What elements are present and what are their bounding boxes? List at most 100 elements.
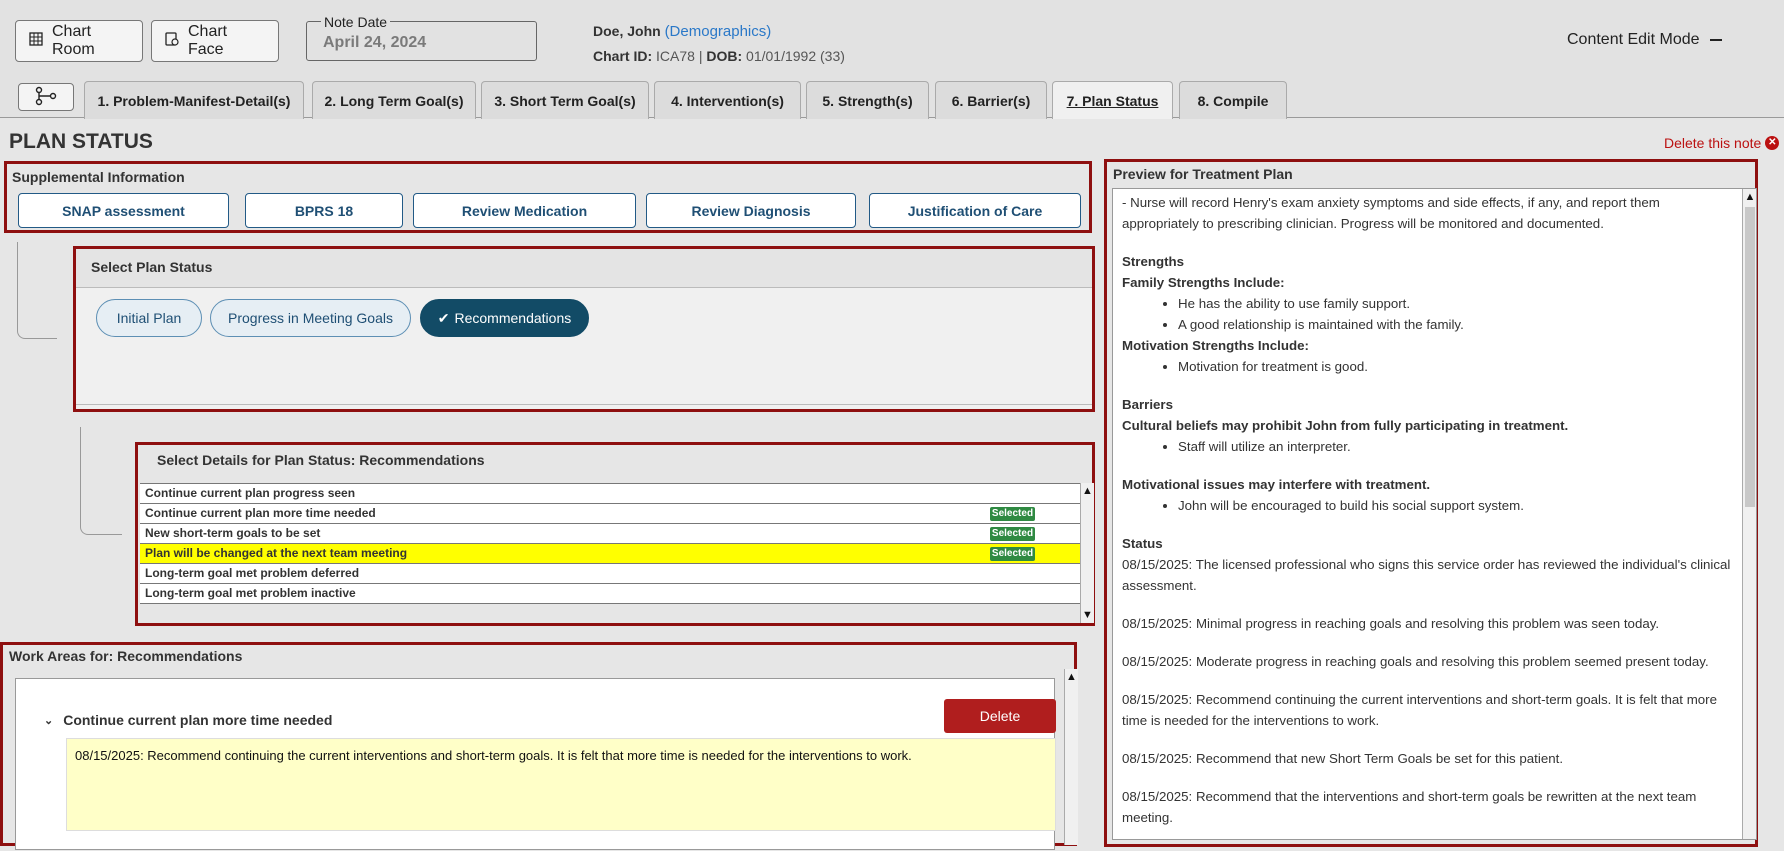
list-item[interactable]: Long-term goal met problem deferred <box>140 564 1080 584</box>
status-entry: 08/15/2025: Recommend continuing the cur… <box>1122 692 1717 728</box>
scroll-up-arrow-icon[interactable]: ▲ <box>1065 669 1078 685</box>
review-diagnosis-button[interactable]: Review Diagnosis <box>646 193 856 228</box>
work-item-textarea[interactable]: 08/15/2025: Recommend continuing the cur… <box>66 738 1056 831</box>
selected-badge: Selected <box>990 547 1035 561</box>
delete-button[interactable]: Delete <box>944 699 1056 733</box>
tab-problem-manifest[interactable]: 1. Problem-Manifest-Detail(s) <box>84 81 304 119</box>
note-date-label: Note Date <box>321 14 391 30</box>
chart-face-label: Chart Face <box>188 23 228 58</box>
family-strengths-heading: Family Strengths Include: <box>1122 275 1285 290</box>
page-title: PLAN STATUS <box>9 130 153 153</box>
chart-face-button[interactable]: Chart Face <box>151 20 279 62</box>
snap-assessment-button[interactable]: SNAP assessment <box>18 193 229 228</box>
row-label: Continue current plan progress seen <box>145 486 356 500</box>
delete-note-label: Delete this note <box>1664 135 1762 151</box>
barrier-list: John will be encouraged to build his soc… <box>1178 495 1732 516</box>
tab-label: 5. Strength(s) <box>822 92 913 109</box>
details-scrollbar[interactable]: ▲ ▼ <box>1080 483 1094 623</box>
scrollbar-thumb[interactable] <box>1745 207 1755 507</box>
bprs-18-button[interactable]: BPRS 18 <box>245 193 403 228</box>
check-icon: ✔ <box>437 309 450 326</box>
work-areas-panel: Work Areas for: Recommendations ⌄ Contin… <box>0 642 1078 850</box>
pill-label: Initial Plan <box>116 310 182 326</box>
scroll-down-arrow-icon[interactable]: ▼ <box>1081 607 1094 623</box>
barrier-heading: Motivational issues may interfere with t… <box>1122 477 1431 492</box>
tab-long-term-goals[interactable]: 2. Long Term Goal(s) <box>312 81 476 119</box>
list-item: Staff will utilize an interpreter. <box>1178 436 1732 457</box>
preview-scrollbar[interactable]: ▲ <box>1742 189 1756 839</box>
supplemental-information-panel: Supplemental Information SNAP assessment… <box>4 161 1092 233</box>
select-details-title: Select Details for Plan Status: Recommen… <box>157 452 485 468</box>
status-entry: 08/15/2025: Minimal progress in reaching… <box>1122 616 1660 631</box>
tab-label: 1. Problem-Manifest-Detail(s) <box>97 92 291 109</box>
justification-of-care-button[interactable]: Justification of Care <box>869 193 1081 228</box>
note-date-field[interactable]: Note Date April 24, 2024 <box>306 14 537 61</box>
tab-strengths[interactable]: 5. Strength(s) <box>806 81 929 119</box>
review-medication-button[interactable]: Review Medication <box>413 193 636 228</box>
tree-connector <box>17 242 57 339</box>
list-item[interactable]: Continue current plan progress seen <box>140 484 1080 504</box>
tab-label: 6. Barrier(s) <box>951 92 1031 109</box>
chart-room-label: Chart Room <box>52 23 95 58</box>
tab-plan-status[interactable]: 7. Plan Status <box>1052 81 1173 119</box>
list-item[interactable]: Continue current plan more time needed Se… <box>140 504 1080 524</box>
dob-value: 01/01/1992 (33) <box>746 48 845 64</box>
scroll-up-arrow-icon[interactable]: ▲ <box>1081 483 1094 499</box>
preview-text: - Nurse will record Henry's exam anxiety… <box>1122 192 1732 828</box>
content-edit-mode-toggle[interactable]: Content Edit Mode <box>1567 31 1722 49</box>
tab-label: 8. Compile <box>1197 92 1269 109</box>
patient-name: Doe, John <box>593 23 661 39</box>
recommendations-pill[interactable]: ✔ Recommendations <box>420 299 589 337</box>
status-entry: 08/15/2025: Recommend that the intervent… <box>1122 789 1697 825</box>
tab-short-term-goals[interactable]: 3. Short Term Goal(s) <box>481 81 649 119</box>
branch-icon <box>34 86 58 109</box>
family-strengths-list: He has the ability to use family support… <box>1178 293 1732 335</box>
status-entry: 08/15/2025: The licensed professional wh… <box>1122 557 1731 593</box>
tab-label: 2. Long Term Goal(s) <box>324 92 464 109</box>
work-areas-scrollbar[interactable]: ▲ <box>1064 669 1078 845</box>
selected-badge: Selected <box>990 527 1035 541</box>
list-item[interactable]: Plan will be changed at the next team me… <box>140 544 1080 564</box>
list-item[interactable]: New short-term goals to be set Selected <box>140 524 1080 544</box>
patient-info: Doe, John (Demographics) Chart ID: ICA78… <box>593 19 845 68</box>
delete-note-link[interactable]: Delete this note ✕ <box>1664 135 1780 151</box>
content-edit-mode-label: Content Edit Mode <box>1567 31 1700 48</box>
chart-room-button[interactable]: Chart Room <box>15 20 143 62</box>
workflow-icon-tab[interactable] <box>18 83 74 111</box>
panel-header: Select Plan Status <box>76 249 1092 288</box>
details-list: Continue current plan progress seen Cont… <box>140 483 1080 604</box>
row-label: Continue current plan more time needed <box>145 506 376 520</box>
scroll-up-arrow-icon[interactable]: ▲ <box>1743 189 1756 205</box>
progress-in-meeting-goals-pill[interactable]: Progress in Meeting Goals <box>210 299 411 337</box>
close-circle-icon: ✕ <box>1765 136 1780 150</box>
demographics-link[interactable]: (Demographics) <box>665 23 772 40</box>
preview-body: - Nurse will record Henry's exam anxiety… <box>1112 188 1757 840</box>
work-areas-title: Work Areas for: Recommendations <box>9 648 243 664</box>
tab-label: 7. Plan Status <box>1066 92 1159 109</box>
button-label: Justification of Care <box>907 202 1043 219</box>
tree-connector <box>80 427 122 535</box>
select-details-panel: Select Details for Plan Status: Recommen… <box>135 442 1095 626</box>
strengths-heading: Strengths <box>1122 254 1185 269</box>
tab-barriers[interactable]: 6. Barrier(s) <box>935 81 1047 119</box>
chevron-down-icon[interactable]: ⌄ <box>44 714 53 727</box>
preview-treatment-plan-panel: Preview for Treatment Plan - Nurse will … <box>1104 159 1758 847</box>
barrier-heading: Cultural beliefs may prohibit John from … <box>1122 418 1569 433</box>
tab-label: 4. Intervention(s) <box>671 92 784 109</box>
note-date-value: April 24, 2024 <box>323 34 427 51</box>
tab-interventions[interactable]: 4. Intervention(s) <box>654 81 801 119</box>
list-item: He has the ability to use family support… <box>1178 293 1732 314</box>
status-entry: 08/15/2025: Recommend that new Short Ter… <box>1122 751 1564 766</box>
list-item: John will be encouraged to build his soc… <box>1178 495 1732 516</box>
divider <box>76 404 1092 405</box>
info-separator: | <box>698 48 703 64</box>
initial-plan-pill[interactable]: Initial Plan <box>96 299 202 337</box>
work-item-header[interactable]: ⌄ Continue current plan more time needed <box>44 712 332 728</box>
chart-id-value: ICA78 <box>656 48 695 64</box>
list-item[interactable]: Long-term goal met problem inactive <box>140 584 1080 604</box>
grid-icon <box>28 31 44 52</box>
tab-compile[interactable]: 8. Compile <box>1179 81 1287 119</box>
tab-label: 3. Short Term Goal(s) <box>494 92 636 109</box>
work-item-title: Continue current plan more time needed <box>63 712 333 728</box>
button-label: BPRS 18 <box>294 202 354 219</box>
